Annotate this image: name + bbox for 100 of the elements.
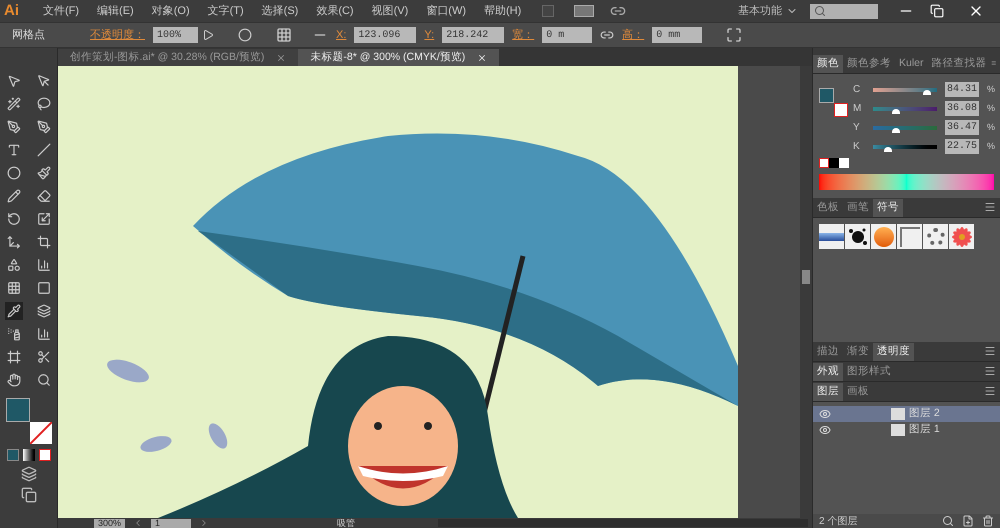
hand-icon[interactable] [4,371,22,389]
close-icon[interactable] [477,52,488,62]
panel-tab[interactable]: 画笔 [843,199,873,217]
menu-item[interactable]: 选择(S) [252,2,308,20]
visibility-eye-icon[interactable] [819,424,831,436]
pen-icon[interactable] [4,118,22,136]
percent-unit: % [987,102,996,115]
ellipse-icon[interactable] [4,164,22,182]
layer-name: 图层 1 [909,422,940,438]
panel-tab[interactable]: 透明度 [873,343,914,361]
layer-row[interactable]: 图层 2 [813,406,1000,422]
delete-icon[interactable] [982,515,994,527]
curvature-pen-icon[interactable] [34,118,52,136]
paintbrush-icon[interactable] [34,164,52,182]
none-mode-swatch[interactable] [38,449,50,461]
color-spectrum[interactable] [819,174,994,190]
page-field[interactable]: 1 [151,518,192,528]
slider-thumb[interactable] [892,108,900,114]
stroke-swatch[interactable] [834,103,848,117]
symbol-swatch[interactable] [897,224,922,249]
channel-value[interactable]: 36.08 [945,101,979,116]
app-logo: Ai [3,0,20,21]
y-label: Y: [424,28,434,43]
zoom-field[interactable]: 300% [94,518,126,528]
search-field[interactable] [810,4,878,18]
percent-unit: % [987,120,996,134]
opacity-field[interactable]: 100% [153,27,198,43]
panel-tab[interactable]: 画板 [843,383,873,401]
panel-tab[interactable]: 外观 [813,363,843,381]
panel-tab[interactable]: 颜色参考 [843,55,895,73]
eyedropper-icon[interactable] [4,302,22,320]
stroke-none-swatch[interactable] [30,422,52,444]
menu-item[interactable]: 视图(V) [362,2,418,20]
symbol-swatch[interactable] [949,224,974,249]
channel-value[interactable]: 84.31 [945,82,979,97]
panel-tab[interactable]: 图层 [813,383,843,401]
panel-tab[interactable]: 符号 [873,199,903,217]
channel-label: K [853,140,861,154]
menu-item[interactable]: 文字(T) [198,2,253,20]
symbol-swatch[interactable] [819,224,844,249]
y-field[interactable]: 218.242 [442,27,504,43]
panel-menu-icon[interactable] [984,365,996,377]
color-mode-swatch[interactable] [6,449,18,461]
panel-tab[interactable]: 图形样式 [843,363,895,381]
width-field[interactable]: 0 m [542,27,592,43]
channel-value[interactable]: 22.75 [945,139,979,154]
default-stroke-swatch[interactable] [839,158,849,168]
workspace-switcher[interactable]: 基本功能 [738,2,798,20]
panel-tab[interactable]: 路径查找器 [928,55,991,73]
symbol-swatch[interactable] [845,224,870,249]
symbol-swatch[interactable] [923,224,948,249]
x-label: X: [336,28,346,43]
panel-tab[interactable]: 描边 [813,343,843,361]
none-swatch[interactable] [819,158,829,168]
selection-label: 网格点 [12,28,46,43]
line-icon[interactable] [34,141,52,159]
menu-item[interactable]: 窗口(W) [417,2,475,20]
panel-tab[interactable]: Kuler [895,55,928,73]
slider-thumb[interactable] [892,128,900,132]
layer-thumbnail [891,424,905,436]
panel-menu-icon[interactable] [984,385,996,397]
menu-item[interactable]: 帮助(H) [475,2,530,20]
menu-item[interactable]: 对象(O) [142,2,199,20]
channel-label: C [853,83,862,97]
magic-wand-icon[interactable] [4,95,22,113]
channel-value[interactable]: 36.47 [945,120,979,135]
layer-count: 2 个图层 [819,514,858,528]
new-layer-icon[interactable] [962,515,974,527]
default-fill-swatch[interactable] [829,158,839,168]
panel-tab[interactable]: 颜色 [813,55,843,73]
opacity-label: 不透明度： [90,28,145,43]
symbol-swatch[interactable] [871,224,896,249]
x-field[interactable]: 123.096 [354,27,416,43]
fill-swatch[interactable] [819,88,834,103]
restore-icon[interactable] [930,4,944,18]
height-field[interactable]: 0 mm [652,27,702,43]
horizontal-scrollbar[interactable] [438,519,808,527]
eraser-icon[interactable] [34,187,52,205]
document-tab[interactable]: 创作策划-图标.ai* @ 30.28% (RGB/预览) [58,49,298,66]
search-icon[interactable] [942,515,954,527]
scrollbar-thumb[interactable] [802,270,810,284]
percent-unit: % [987,140,996,153]
menu-item[interactable]: 文件(F) [34,2,88,20]
panel-tab[interactable]: 渐变 [843,343,873,361]
menu-item[interactable]: 编辑(E) [88,2,143,20]
document-tab[interactable]: 未标题-8* @ 300% (CMYK/预览) [298,49,500,66]
slider-thumb[interactable] [922,90,931,94]
play-icon[interactable] [202,29,214,41]
layer-row[interactable]: 图层 1 [813,422,1000,438]
height-label: 高： [622,28,644,43]
panel-tab[interactable]: 色板 [813,199,843,217]
gradient-mode-swatch[interactable] [22,449,34,461]
lasso-icon[interactable] [34,95,52,113]
panel-menu-icon[interactable] [984,201,996,213]
visibility-eye-icon[interactable] [819,408,831,420]
fill-color-swatch[interactable] [6,398,30,422]
menu-item[interactable]: 效果(C) [307,2,363,20]
panel-menu-icon[interactable] [984,345,996,357]
slider-thumb[interactable] [884,146,892,152]
pencil-icon[interactable] [4,187,22,205]
